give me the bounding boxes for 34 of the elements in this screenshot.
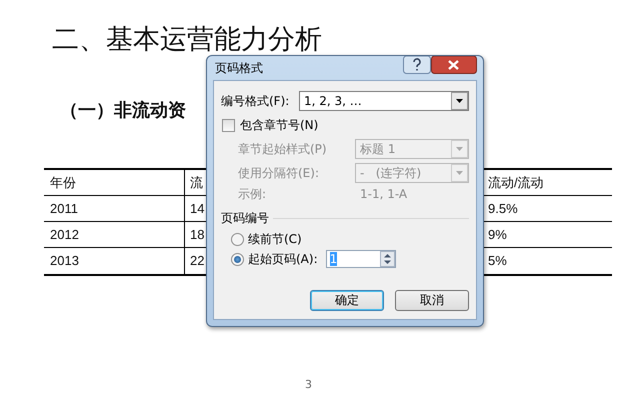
table-cell: 9% (488, 226, 507, 242)
table-cell: 2011 (50, 200, 78, 216)
document-subheading: （一）非流动资 (60, 99, 186, 123)
radio-label[interactable]: 续前节(C) (248, 230, 302, 248)
dialog-button[interactable]: 确定 (310, 290, 384, 311)
field-label: 示例: (238, 186, 268, 202)
table-cell: 9.5% (488, 200, 518, 216)
field-label: 章节起始样式(P) (238, 140, 328, 158)
dialog-button[interactable]: 取消 (395, 290, 469, 311)
radio-label[interactable]: 起始页码(A): (248, 250, 318, 268)
dialog-title: 页码格式 (214, 60, 263, 76)
help-icon[interactable] (403, 56, 431, 74)
page-number: 3 (305, 378, 312, 391)
spin-arrows-icon[interactable] (380, 251, 395, 267)
example-value: 1-1, 1-A (360, 187, 408, 201)
field-label: 使用分隔符(E): (238, 164, 320, 182)
table-header-cell: 流 (190, 174, 203, 190)
table-header-cell: 年份 (50, 174, 76, 190)
table-cell: 2012 (50, 226, 79, 242)
document-heading: 二、基本运营能力分析 (52, 23, 323, 57)
close-icon[interactable] (431, 56, 477, 74)
table-cell: 22 (190, 253, 204, 269)
number-format-dropdown[interactable]: 1, 2, 3, … (299, 91, 469, 111)
field-label: 编号格式(F): (221, 92, 290, 110)
radio-button[interactable] (231, 252, 244, 266)
group-title: 页码编号 (221, 210, 269, 226)
table-header-cell: 流动/流动 (488, 174, 544, 190)
table-cell: 14 (190, 200, 204, 216)
table-cell: 18 (190, 226, 204, 242)
checkbox-label[interactable]: 包含章节号(N) (240, 116, 318, 134)
table-cell: 2013 (50, 253, 79, 269)
table-cell: 5% (488, 253, 507, 269)
checkbox[interactable] (222, 118, 235, 132)
radio-button[interactable] (231, 232, 244, 246)
